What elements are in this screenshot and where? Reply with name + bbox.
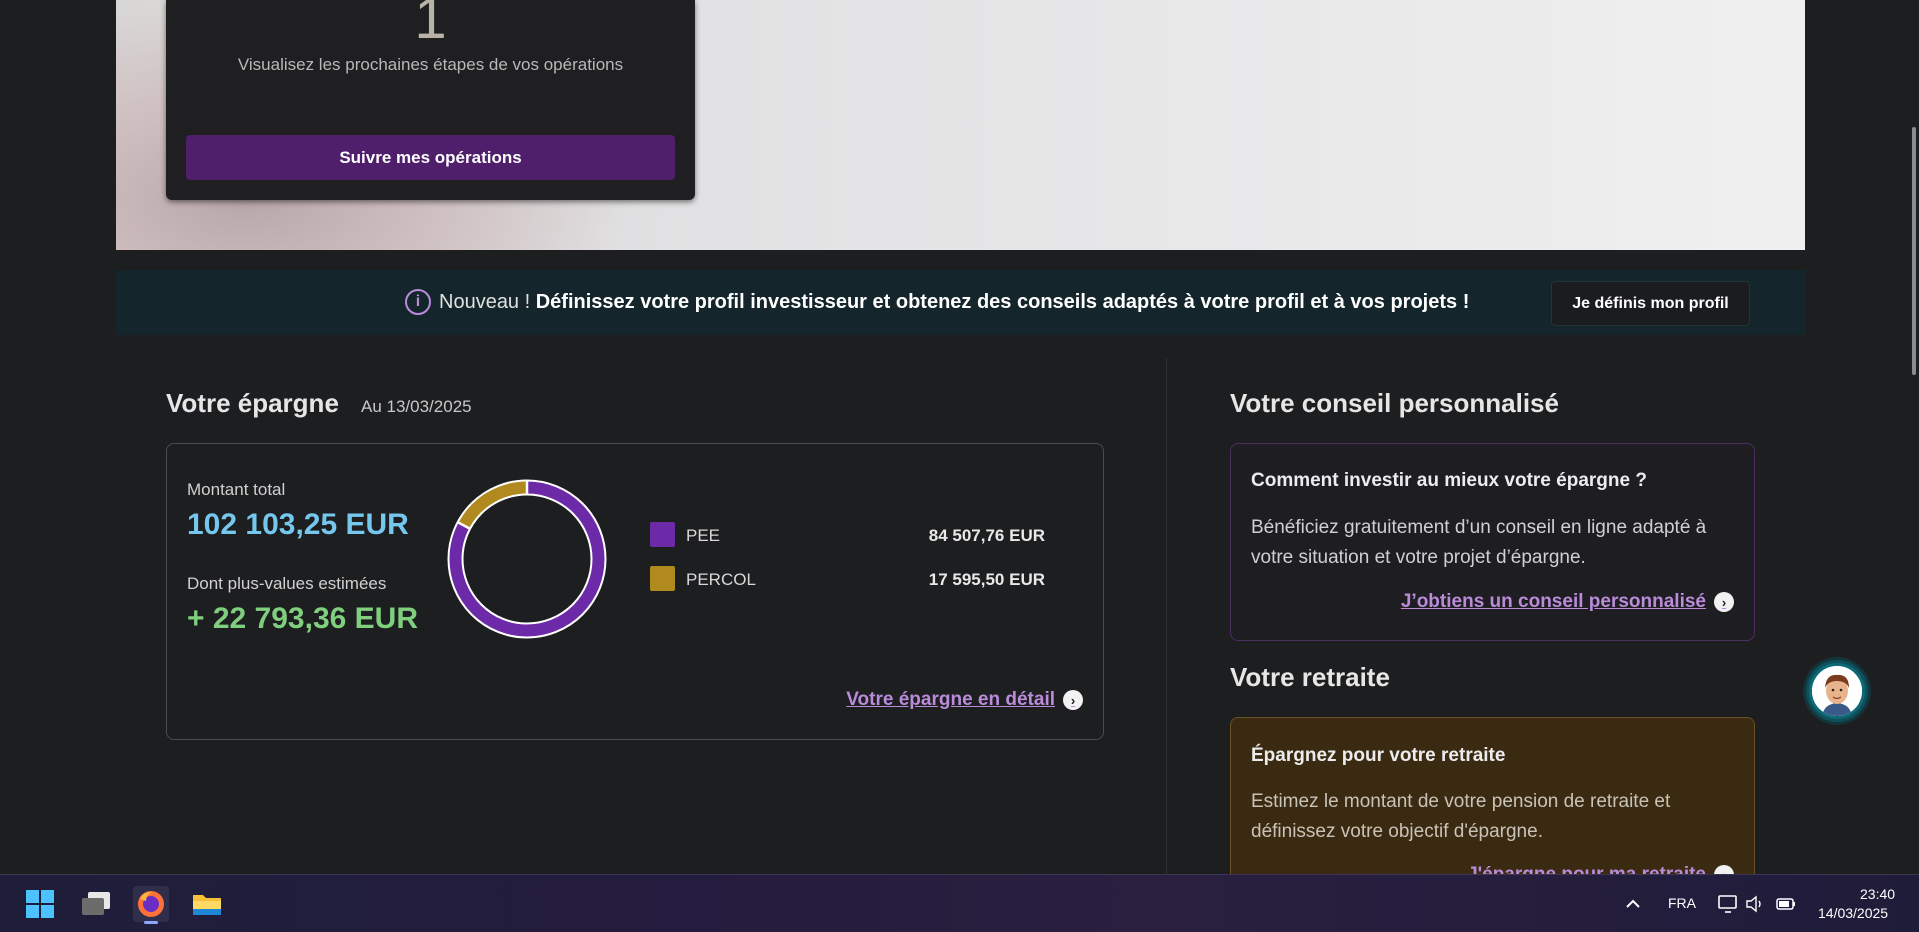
info-icon: i xyxy=(405,289,431,315)
clock-date[interactable]: 14/03/2025 xyxy=(1818,905,1888,921)
task-view-icon[interactable] xyxy=(78,886,114,922)
windows-taskbar: FRA 23:40 14/03/2025 xyxy=(0,874,1919,932)
banner-lead: Nouveau ! xyxy=(439,291,536,313)
retirement-text: Estimez le montant de votre pension de r… xyxy=(1251,791,1671,842)
language-indicator[interactable]: FRA xyxy=(1668,895,1696,911)
battery-icon[interactable] xyxy=(1774,893,1798,915)
legend-row-percol: PERCOL 17 595,50 EUR xyxy=(650,566,1075,592)
clock-time[interactable]: 23:40 xyxy=(1860,886,1895,902)
savings-donut-chart xyxy=(447,479,607,639)
legend-swatch-pee xyxy=(650,522,675,547)
advice-card: Comment investir au mieux votre épargne … xyxy=(1230,443,1755,641)
advice-heading: Comment investir au mieux votre épargne … xyxy=(1251,470,1647,491)
column-divider xyxy=(1166,358,1167,878)
active-app-indicator xyxy=(144,921,158,924)
gains-value: + 22 793,36 EUR xyxy=(187,602,418,635)
savings-title: Votre épargne xyxy=(166,388,339,418)
page-scrollbar[interactable] xyxy=(1905,0,1919,874)
savings-date: Au 13/03/2025 xyxy=(361,397,472,416)
network-icon[interactable] xyxy=(1716,893,1740,915)
assistant-avatar-button[interactable] xyxy=(1806,660,1868,722)
advice-title: Votre conseil personnalisé xyxy=(1230,388,1559,418)
chevron-up-icon[interactable] xyxy=(1621,893,1645,915)
legend-value-pee: 84 507,76 EUR xyxy=(928,526,1045,545)
banner-highlight: Définissez votre profil investisseur et … xyxy=(535,291,1470,313)
volume-icon[interactable] xyxy=(1743,893,1767,915)
savings-card: Montant total 102 103,25 EUR Dont plus-v… xyxy=(166,443,1104,740)
advice-text: Bénéficiez gratuitement d’un conseil en … xyxy=(1251,517,1707,568)
define-profile-button[interactable]: Je définis mon profil xyxy=(1551,281,1750,326)
total-amount-label: Montant total xyxy=(187,480,286,499)
operations-card: 1 Visualisez les prochaines étapes de vo… xyxy=(166,0,695,200)
savings-detail-label: Votre épargne en détail xyxy=(846,689,1055,710)
operations-description: Visualisez les prochaines étapes de vos … xyxy=(237,55,624,74)
operations-count: 1 xyxy=(414,0,447,51)
legend-name-percol: PERCOL xyxy=(686,570,756,589)
savings-detail-link[interactable]: Votre épargne en détail › xyxy=(846,689,1083,711)
legend-row-pee: PEE 84 507,76 EUR xyxy=(650,522,1075,548)
chevron-right-icon: › xyxy=(1063,690,1083,710)
scrollbar-thumb[interactable] xyxy=(1912,127,1916,375)
advice-link-label: J’obtiens un conseil personnalisé xyxy=(1400,591,1706,612)
retirement-heading: Épargnez pour votre retraite xyxy=(1251,745,1506,766)
retirement-title: Votre retraite xyxy=(1230,662,1390,692)
firefox-icon[interactable] xyxy=(133,886,169,924)
legend-value-percol: 17 595,50 EUR xyxy=(928,570,1045,589)
file-explorer-icon[interactable] xyxy=(189,886,225,922)
windows-start-icon[interactable] xyxy=(22,886,58,922)
banner-message: Nouveau ! Définissez votre profil invest… xyxy=(439,291,1469,314)
legend-swatch-percol xyxy=(650,566,675,591)
chevron-right-icon: › xyxy=(1714,592,1734,612)
legend-name-pee: PEE xyxy=(686,526,721,545)
total-amount-value: 102 103,25 EUR xyxy=(187,508,409,541)
gains-label: Dont plus-values estimées xyxy=(187,574,387,593)
assistant-avatar-icon xyxy=(1812,666,1862,716)
follow-operations-button[interactable]: Suivre mes opérations xyxy=(186,135,675,180)
investor-profile-banner: i Nouveau ! Définissez votre profil inve… xyxy=(116,270,1805,335)
advice-link[interactable]: J’obtiens un conseil personnalisé › xyxy=(1401,591,1734,613)
